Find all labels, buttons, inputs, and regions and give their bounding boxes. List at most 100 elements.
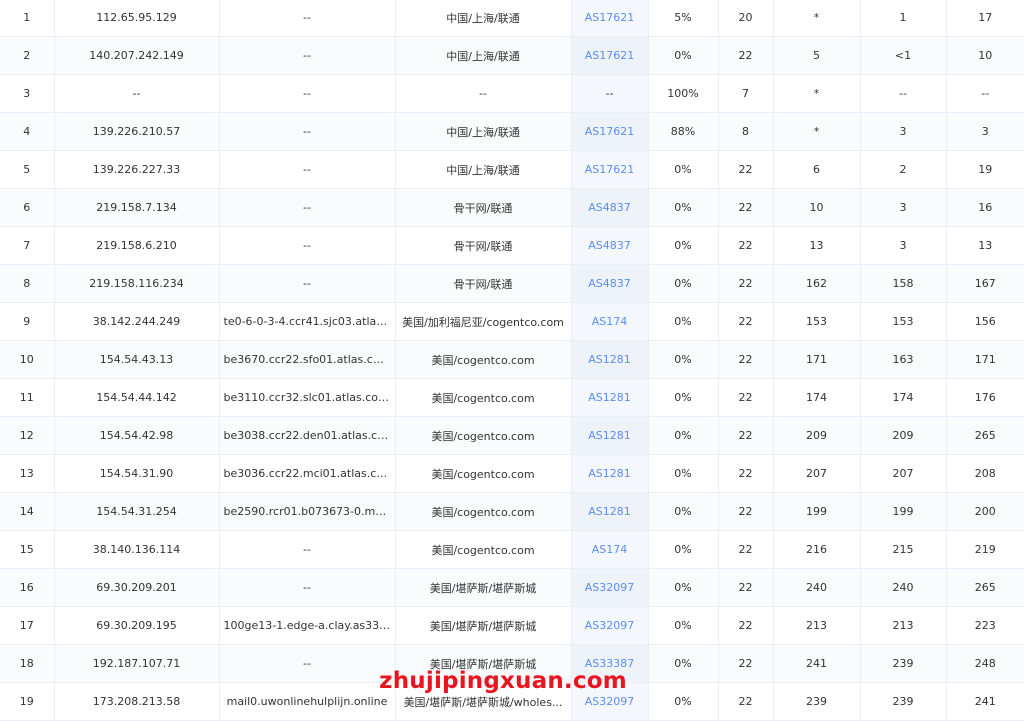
location-cell: 美国/cogentco.com xyxy=(395,378,572,417)
latency-worst-cell: 248 xyxy=(946,644,1024,683)
hop-number-cell: 9 xyxy=(0,302,55,341)
location-cell: -- xyxy=(395,74,572,113)
ip-address-cell: 154.54.42.98 xyxy=(54,416,220,455)
packet-loss-cell: 0% xyxy=(648,644,719,683)
hostname-cell: -- xyxy=(219,188,396,227)
latency-worst-cell: 219 xyxy=(946,530,1024,569)
latency-worst-cell: 17 xyxy=(946,0,1024,37)
asn-cell: AS17621 xyxy=(571,36,649,75)
latency-last-cell: 209 xyxy=(773,416,861,455)
location-cell: 美国/堪萨斯/堪萨斯城 xyxy=(395,644,572,683)
hop-number-cell: 17 xyxy=(0,606,55,645)
asn-cell: AS1281 xyxy=(571,454,649,493)
packet-loss-cell: 0% xyxy=(648,492,719,531)
latency-worst-cell: 223 xyxy=(946,606,1024,645)
latency-worst-cell: 156 xyxy=(946,302,1024,341)
hostname-cell: -- xyxy=(219,36,396,75)
asn-link[interactable]: AS174 xyxy=(592,543,628,556)
latency-best-cell: -- xyxy=(860,74,947,113)
latency-last-cell: 216 xyxy=(773,530,861,569)
hop-number-cell: 2 xyxy=(0,36,55,75)
asn-cell: AS32097 xyxy=(571,606,649,645)
hop-number-cell: 1 xyxy=(0,0,55,37)
packet-loss-cell: 0% xyxy=(648,150,719,189)
latency-best-cell: 209 xyxy=(860,416,947,455)
latency-best-cell: 3 xyxy=(860,226,947,265)
asn-link[interactable]: AS1281 xyxy=(588,467,631,480)
latency-last-cell: 6 xyxy=(773,150,861,189)
location-cell: 美国/堪萨斯/堪萨斯城 xyxy=(395,568,572,607)
latency-worst-cell: 19 xyxy=(946,150,1024,189)
latency-best-cell: 174 xyxy=(860,378,947,417)
asn-link[interactable]: AS32097 xyxy=(585,581,635,594)
sent-count-cell: 22 xyxy=(718,264,774,303)
asn-link[interactable]: AS32097 xyxy=(585,619,635,632)
hop-row: 5 139.226.227.33 -- 中国/上海/联通 AS17621 0% 22 6 2 19 xyxy=(0,150,1024,189)
location-cell: 美国/cogentco.com xyxy=(395,340,572,379)
latency-best-cell: 215 xyxy=(860,530,947,569)
latency-worst-cell: 200 xyxy=(946,492,1024,531)
latency-best-cell: 1 xyxy=(860,0,947,37)
asn-link[interactable]: AS33387 xyxy=(585,657,635,670)
packet-loss-cell: 0% xyxy=(648,302,719,341)
asn-link[interactable]: AS4837 xyxy=(588,277,631,290)
ip-address-cell: 38.142.244.249 xyxy=(54,302,220,341)
asn-link[interactable]: AS17621 xyxy=(585,125,635,138)
asn-cell: AS17621 xyxy=(571,150,649,189)
hostname-cell: -- xyxy=(219,0,396,37)
latency-best-cell: 3 xyxy=(860,112,947,151)
hop-number-cell: 18 xyxy=(0,644,55,683)
asn-cell: AS17621 xyxy=(571,0,649,37)
latency-worst-cell: -- xyxy=(946,74,1024,113)
latency-best-cell: 163 xyxy=(860,340,947,379)
asn-link[interactable]: AS17621 xyxy=(585,163,635,176)
hop-row: 17 69.30.209.195 100ge13-1.edge-a.clay.as3… xyxy=(0,606,1024,645)
asn-link[interactable]: AS174 xyxy=(592,315,628,328)
packet-loss-cell: 0% xyxy=(648,568,719,607)
packet-loss-cell: 0% xyxy=(648,188,719,227)
location-cell: 美国/cogentco.com xyxy=(395,530,572,569)
latency-best-cell: 199 xyxy=(860,492,947,531)
asn-link[interactable]: AS32097 xyxy=(585,695,635,708)
ip-address-cell: 192.187.107.71 xyxy=(54,644,220,683)
sent-count-cell: 22 xyxy=(718,188,774,227)
hop-number-cell: 3 xyxy=(0,74,55,113)
sent-count-cell: 22 xyxy=(718,454,774,493)
latency-last-cell: 240 xyxy=(773,568,861,607)
sent-count-cell: 22 xyxy=(718,416,774,455)
latency-worst-cell: 171 xyxy=(946,340,1024,379)
ip-address-cell: 140.207.242.149 xyxy=(54,36,220,75)
latency-best-cell: 239 xyxy=(860,644,947,683)
asn-link[interactable]: AS17621 xyxy=(585,49,635,62)
ip-address-cell: 69.30.209.201 xyxy=(54,568,220,607)
latency-last-cell: 5 xyxy=(773,36,861,75)
latency-last-cell: 13 xyxy=(773,226,861,265)
ip-address-cell: 219.158.116.234 xyxy=(54,264,220,303)
latency-best-cell: 158 xyxy=(860,264,947,303)
location-cell: 中国/上海/联通 xyxy=(395,36,572,75)
sent-count-cell: 8 xyxy=(718,112,774,151)
sent-count-cell: 22 xyxy=(718,682,774,721)
asn-link[interactable]: AS17621 xyxy=(585,11,635,24)
latency-best-cell: 153 xyxy=(860,302,947,341)
asn-link[interactable]: AS1281 xyxy=(588,391,631,404)
asn-link[interactable]: AS1281 xyxy=(588,429,631,442)
location-cell: 美国/cogentco.com xyxy=(395,416,572,455)
packet-loss-cell: 0% xyxy=(648,454,719,493)
ip-address-cell: 154.54.44.142 xyxy=(54,378,220,417)
packet-loss-cell: 0% xyxy=(648,264,719,303)
hop-row: 11 154.54.44.142 be3110.ccr32.slc01.atlas.… xyxy=(0,378,1024,417)
hop-row: 2 140.207.242.149 -- 中国/上海/联通 AS17621 0% 22 5 <1… xyxy=(0,36,1024,75)
hop-row: 19 173.208.213.58 mail0.uwonlinehulplijn.o… xyxy=(0,682,1024,721)
asn-cell: -- xyxy=(571,74,649,113)
asn-link[interactable]: AS4837 xyxy=(588,239,631,252)
hostname-cell: mail0.uwonlinehulplijn.online xyxy=(219,682,396,721)
asn-link[interactable]: AS1281 xyxy=(588,505,631,518)
hostname-cell: be3670.ccr22.sfo01.atlas.cog... xyxy=(219,340,396,379)
asn-link[interactable]: AS1281 xyxy=(588,353,631,366)
hostname-cell: -- xyxy=(219,112,396,151)
asn-link[interactable]: AS4837 xyxy=(588,201,631,214)
location-cell: 骨干网/联通 xyxy=(395,226,572,265)
sent-count-cell: 22 xyxy=(718,568,774,607)
hostname-cell: -- xyxy=(219,226,396,265)
